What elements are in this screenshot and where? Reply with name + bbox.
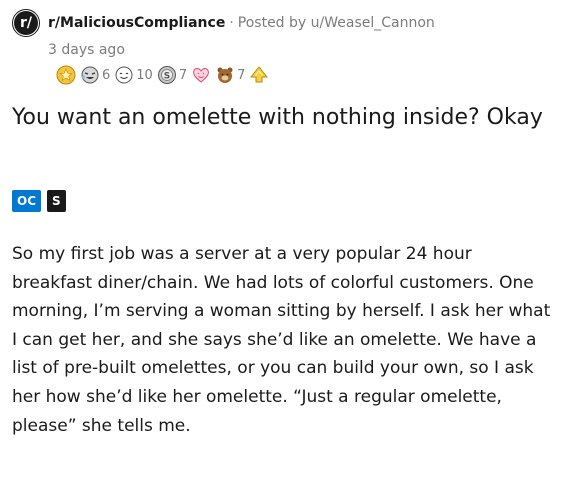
award-count: 7 [237, 67, 246, 83]
post-header: r/ r/MaliciousCompliance · Posted by u/Wea… [12, 8, 435, 38]
posted-by-link[interactable]: Posted by u/Weasel_Cannon [238, 15, 435, 31]
award-silver[interactable]: S 7 [157, 65, 187, 85]
svg-text:S: S [164, 72, 170, 82]
post-meta: r/MaliciousCompliance · Posted by u/Weasel… [48, 14, 435, 32]
bear-award-icon [217, 67, 233, 83]
award-count: 10 [136, 67, 153, 83]
crying-laughing-award-icon [81, 66, 99, 84]
wholesome-award-icon [115, 66, 133, 84]
award-gold[interactable] [56, 65, 76, 85]
spoiler-flair[interactable]: S [47, 190, 66, 212]
award-heart-eyes[interactable] [191, 65, 211, 85]
award-bear[interactable]: 7 [215, 65, 245, 85]
subreddit-avatar[interactable]: r/ [12, 9, 40, 37]
post-title[interactable]: You want an omelette with nothing inside… [12, 102, 552, 134]
silver-award-icon: S [157, 66, 176, 84]
award-crying-laughing[interactable]: 6 [80, 65, 110, 85]
post-flairs: OC S [12, 190, 72, 212]
heart-eyes-award-icon [193, 68, 209, 83]
post-body: So my first job was a server at a very p… [12, 244, 551, 436]
award-count: 6 [102, 67, 111, 83]
subreddit-link[interactable]: r/MaliciousCompliance [48, 15, 225, 31]
award-golden-up[interactable] [249, 65, 269, 85]
subreddit-icon: r/ [14, 11, 38, 35]
oc-flair[interactable]: OC [12, 190, 42, 212]
award-wholesome[interactable]: 10 [114, 65, 153, 85]
award-count: 7 [178, 67, 188, 83]
awards-row[interactable]: 6 10 S 7 7 [56, 64, 273, 86]
post-timestamp[interactable]: 3 days ago [48, 42, 125, 58]
meta-separator: · [229, 15, 234, 31]
golden-up-award-icon [250, 66, 268, 83]
gold-star-award-icon [56, 65, 76, 85]
